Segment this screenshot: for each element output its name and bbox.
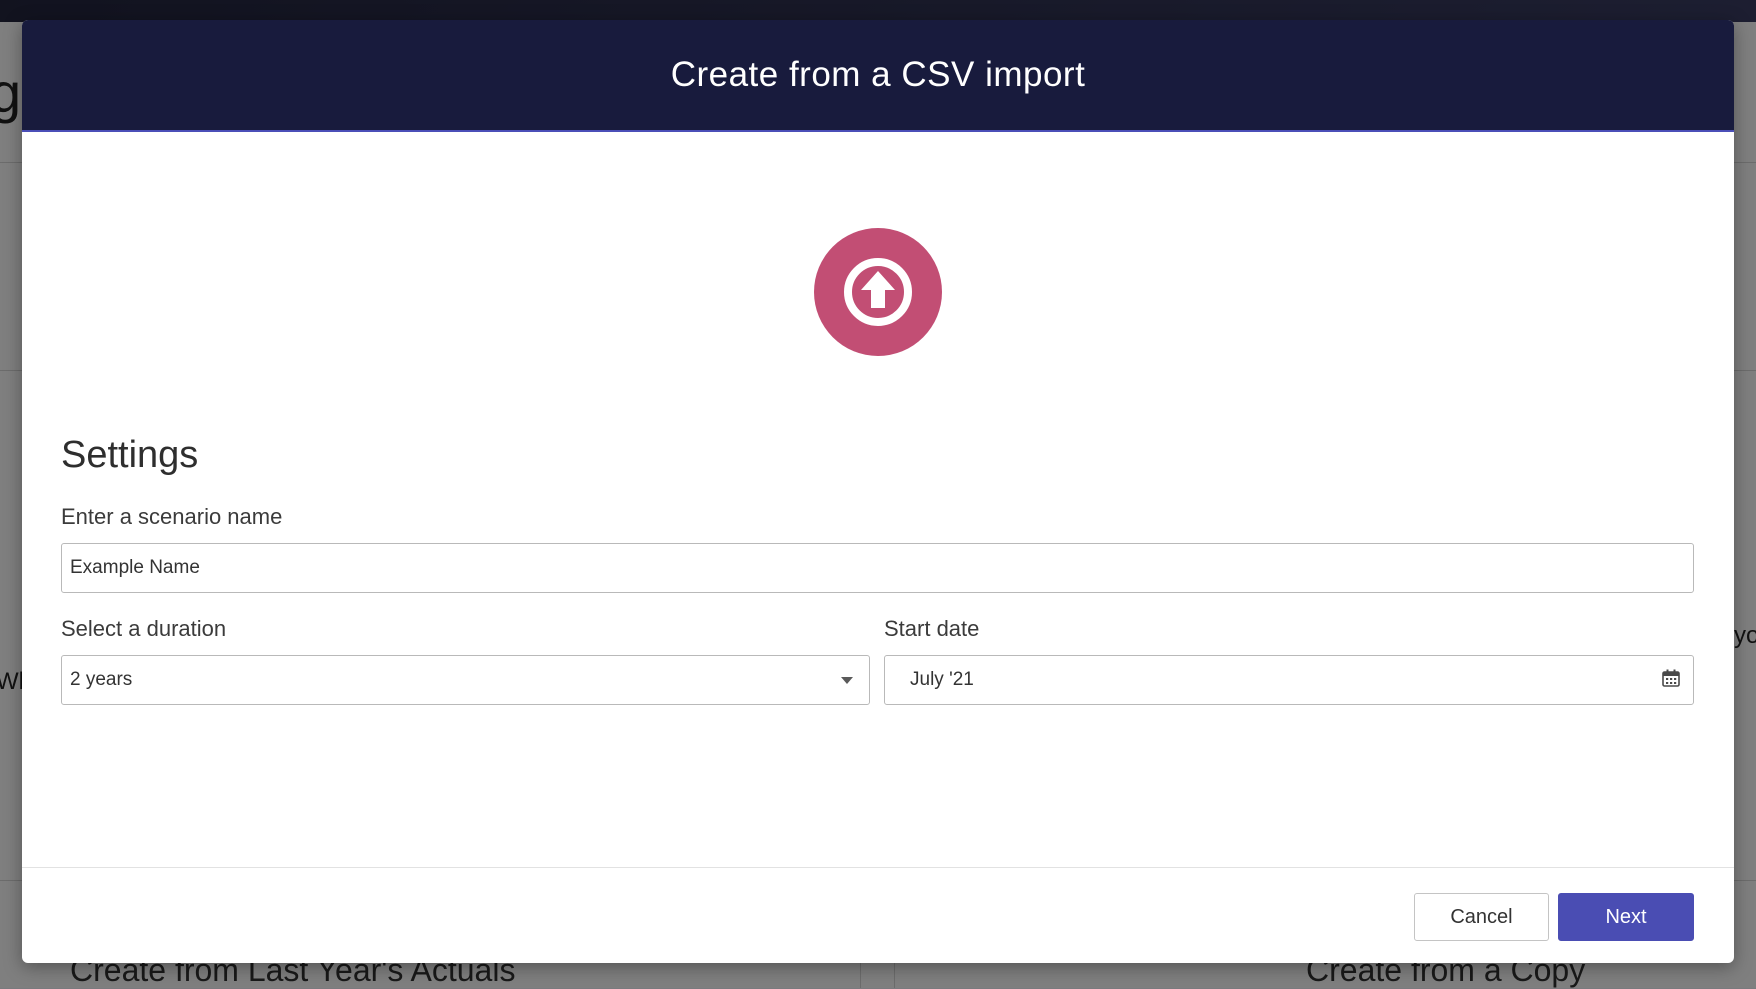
footer-divider <box>22 867 1734 868</box>
scenario-name-field[interactable] <box>61 543 1694 593</box>
start-date-value: July '21 <box>910 669 974 690</box>
modal-header: Create from a CSV import <box>22 20 1734 132</box>
next-button[interactable]: Next <box>1558 893 1694 941</box>
cancel-button[interactable]: Cancel <box>1414 893 1549 941</box>
start-date-label: Start date <box>884 616 980 641</box>
upload-icon-wrapper <box>814 228 942 356</box>
settings-heading: Settings <box>61 434 199 476</box>
modal-title: Create from a CSV import <box>670 55 1086 94</box>
start-date-picker[interactable]: July '21 <box>884 655 1694 705</box>
duration-value: 2 years <box>70 669 133 690</box>
csv-import-modal: Create from a CSV import Settings Enter … <box>22 20 1734 963</box>
scenario-name-label: Enter a scenario name <box>61 504 283 529</box>
upload-arrow-circle-icon <box>814 228 942 356</box>
caret-down-icon <box>841 676 853 684</box>
duration-label: Select a duration <box>61 616 227 641</box>
duration-select[interactable]: 2 years <box>61 655 870 705</box>
scenario-name-input[interactable] <box>62 544 1693 592</box>
calendar-icon[interactable] <box>1661 668 1681 693</box>
